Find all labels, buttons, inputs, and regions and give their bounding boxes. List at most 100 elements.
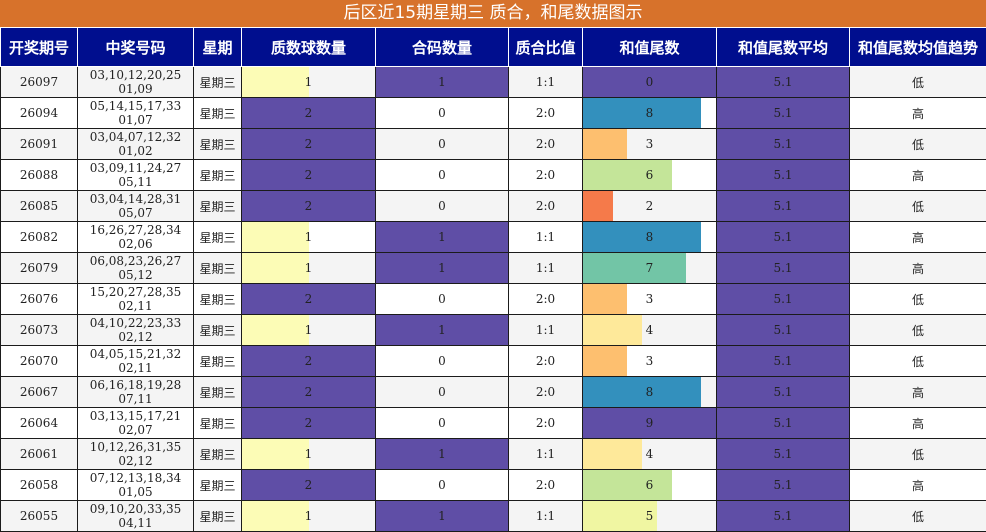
- prime-count-cell: 2: [242, 284, 376, 315]
- composite-count-cell-text: 1: [438, 230, 446, 244]
- trend-cell-text: 低: [912, 355, 924, 369]
- table-row: 2606403,13,15,17,21 02,07星期三202:095.1高: [1, 408, 986, 439]
- table-row: 2607615,20,27,28,35 02,11星期三202:035.1低: [1, 284, 986, 315]
- ratio-cell-text: 2:0: [536, 168, 555, 182]
- prime-count-bar: [242, 67, 309, 97]
- composite-count-cell-text: 0: [438, 292, 446, 306]
- table-body: 2609703,10,12,20,25 01,09星期三111:105.1低26…: [1, 67, 986, 532]
- weekday-cell-text: 星期三: [199, 293, 235, 307]
- tail-average-cell-text: 5.1: [773, 261, 792, 275]
- numbers-cell-text: 15,20,27,28,35 02,11: [90, 285, 182, 313]
- ratio-cell: 2:0: [509, 129, 583, 160]
- trend-cell-text: 高: [912, 479, 924, 493]
- composite-count-cell-text: 1: [438, 323, 446, 337]
- ratio-cell-text: 2:0: [536, 478, 555, 492]
- numbers-cell: 03,13,15,17,21 02,07: [78, 408, 194, 439]
- composite-count-cell: 0: [376, 346, 509, 377]
- numbers-cell: 16,26,27,28,34 02,06: [78, 222, 194, 253]
- tail-cell: 3: [583, 284, 717, 315]
- numbers-cell-text: 03,04,07,12,32 01,02: [90, 130, 182, 158]
- ratio-cell: 2:0: [509, 470, 583, 501]
- numbers-cell: 09,10,20,33,35 04,11: [78, 501, 194, 532]
- numbers-cell: 06,08,23,26,27 05,12: [78, 253, 194, 284]
- header-tail-average: 和值尾数平均: [717, 28, 850, 67]
- composite-count-cell: 0: [376, 377, 509, 408]
- weekday-cell: 星期三: [194, 346, 242, 377]
- tail-average-cell-text: 5.1: [773, 385, 792, 399]
- prime-count-cell-text: 2: [305, 416, 313, 430]
- weekday-cell-text: 星期三: [199, 107, 235, 121]
- weekday-cell: 星期三: [194, 501, 242, 532]
- issue-cell-text: 26097: [20, 75, 58, 89]
- tail-average-cell-text: 5.1: [773, 323, 792, 337]
- trend-cell: 高: [850, 222, 986, 253]
- header-weekday: 星期: [194, 28, 242, 67]
- trend-cell: 高: [850, 377, 986, 408]
- weekday-cell-text: 星期三: [199, 76, 235, 90]
- prime-count-cell: 2: [242, 98, 376, 129]
- composite-count-cell: 1: [376, 439, 509, 470]
- composite-count-cell-text: 0: [438, 168, 446, 182]
- tail-cell: 8: [583, 98, 717, 129]
- tail-average-cell: 5.1: [717, 253, 850, 284]
- tail-average-cell: 5.1: [717, 222, 850, 253]
- trend-cell-text: 高: [912, 417, 924, 431]
- tail-average-cell-text: 5.1: [773, 354, 792, 368]
- ratio-cell-text: 2:0: [536, 354, 555, 368]
- ratio-cell-text: 2:0: [536, 385, 555, 399]
- trend-cell-text: 低: [912, 510, 924, 524]
- tail-cell: 5: [583, 501, 717, 532]
- header-row: 开奖期号 中奖号码 星期 质数球数量 合码数量 质合比值 和值尾数 和值尾数平均…: [1, 28, 986, 67]
- prime-count-cell: 1: [242, 253, 376, 284]
- ratio-cell-text: 1:1: [536, 323, 555, 337]
- trend-cell: 高: [850, 408, 986, 439]
- table-row: 2608803,09,11,24,27 05,11星期三202:065.1高: [1, 160, 986, 191]
- prime-count-cell: 1: [242, 315, 376, 346]
- numbers-cell-text: 03,10,12,20,25 01,09: [90, 68, 182, 96]
- tail-average-cell: 5.1: [717, 191, 850, 222]
- tail-bar: [583, 253, 686, 283]
- ratio-cell-text: 2:0: [536, 199, 555, 213]
- composite-count-cell-text: 0: [438, 354, 446, 368]
- prime-count-cell-text: 1: [305, 230, 313, 244]
- prime-count-cell: 1: [242, 67, 376, 98]
- weekday-cell: 星期三: [194, 253, 242, 284]
- tail-cell-text: 3: [646, 354, 654, 368]
- tail-cell: 9: [583, 408, 717, 439]
- numbers-cell: 03,10,12,20,25 01,09: [78, 67, 194, 98]
- header-issue: 开奖期号: [1, 28, 78, 67]
- composite-count-cell-text: 1: [438, 447, 446, 461]
- data-table: 开奖期号 中奖号码 星期 质数球数量 合码数量 质合比值 和值尾数 和值尾数平均…: [0, 27, 986, 532]
- issue-cell: 26082: [1, 222, 78, 253]
- numbers-cell-text: 06,16,18,19,28 07,11: [90, 378, 182, 406]
- issue-cell: 26061: [1, 439, 78, 470]
- trend-cell-text: 高: [912, 262, 924, 276]
- issue-cell-text: 26085: [20, 199, 58, 213]
- tail-bar: [583, 222, 701, 252]
- prime-count-cell-text: 2: [305, 385, 313, 399]
- table-row: 2606706,16,18,19,28 07,11星期三202:085.1高: [1, 377, 986, 408]
- tail-average-cell: 5.1: [717, 129, 850, 160]
- trend-cell: 低: [850, 129, 986, 160]
- tail-average-cell: 5.1: [717, 439, 850, 470]
- trend-cell: 低: [850, 67, 986, 98]
- trend-cell: 低: [850, 439, 986, 470]
- prime-count-cell-text: 1: [305, 509, 313, 523]
- tail-bar: [583, 191, 613, 221]
- weekday-cell-text: 星期三: [199, 262, 235, 276]
- ratio-cell: 1:1: [509, 315, 583, 346]
- prime-count-cell-text: 2: [305, 354, 313, 368]
- numbers-cell: 10,12,26,31,35 02,12: [78, 439, 194, 470]
- header-prime-count: 质数球数量: [242, 28, 376, 67]
- weekday-cell-text: 星期三: [199, 479, 235, 493]
- numbers-cell-text: 03,04,14,28,31 05,07: [90, 192, 182, 220]
- numbers-cell: 07,12,13,18,34 01,05: [78, 470, 194, 501]
- prime-count-cell-text: 2: [305, 199, 313, 213]
- ratio-cell-text: 2:0: [536, 292, 555, 306]
- trend-cell-text: 低: [912, 138, 924, 152]
- issue-cell-text: 26079: [20, 261, 58, 275]
- issue-cell-text: 26067: [20, 385, 58, 399]
- tail-cell-text: 7: [646, 261, 654, 275]
- prime-count-cell: 2: [242, 346, 376, 377]
- ratio-cell: 2:0: [509, 98, 583, 129]
